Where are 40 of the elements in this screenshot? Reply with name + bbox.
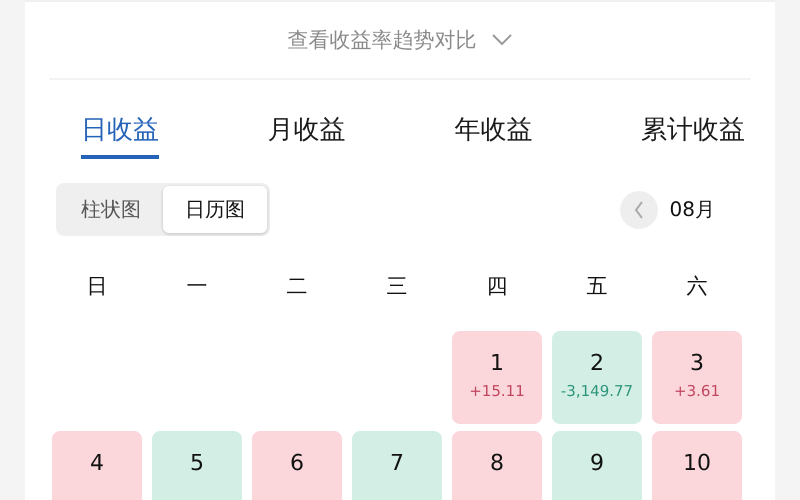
day-number: 9	[590, 451, 604, 476]
day-number: 7	[390, 451, 404, 476]
day-number: 10	[683, 451, 711, 476]
weekday-label: 日	[86, 274, 108, 300]
weekday-label: 二	[286, 274, 308, 300]
day-cell[interactable]: 4	[52, 431, 142, 500]
day-amount: +15.11	[469, 382, 525, 400]
tab[interactable]: 累计收益	[640, 112, 745, 159]
weekday-label: 一	[186, 274, 208, 300]
weekday-label: 六	[686, 274, 708, 300]
day-cell[interactable]: 10	[652, 431, 742, 500]
view-option[interactable]: 柱状图	[59, 186, 163, 233]
weekday-label: 四	[486, 274, 508, 300]
tab[interactable]: 月收益	[268, 112, 346, 159]
month-label: 08月	[670, 196, 715, 223]
view-option[interactable]: 日历图	[163, 186, 267, 233]
day-cell[interactable]: 2 -3,149.77	[552, 331, 642, 424]
day-amount: +3.61	[674, 382, 720, 400]
day-amount: -3,149.77	[560, 382, 634, 400]
tab[interactable]: 日收益	[81, 112, 159, 159]
day-number: 4	[90, 451, 104, 476]
weekday-label: 五	[586, 274, 608, 300]
day-cell[interactable]: 3 +3.61	[652, 331, 742, 424]
day-number: 6	[290, 451, 304, 476]
day-cell[interactable]: 1 +15.11	[452, 331, 542, 424]
day-cell[interactable]: 7	[352, 431, 442, 500]
day-cell[interactable]: 9	[552, 431, 642, 500]
day-cell[interactable]: 8	[452, 431, 542, 500]
day-number: 5	[190, 451, 204, 476]
chevron-icon	[490, 33, 512, 47]
day-cell[interactable]: 6	[252, 431, 342, 500]
chevron-left-icon	[634, 200, 644, 218]
previous-month-button[interactable]	[620, 190, 658, 228]
day-number: 2	[590, 351, 604, 376]
weekday-label: 三	[386, 274, 408, 300]
day-cell[interactable]: 5	[152, 431, 242, 500]
tab[interactable]: 年收益	[454, 112, 532, 159]
day-number: 8	[490, 451, 504, 476]
day-number: 1	[490, 351, 504, 376]
day-number: 3	[690, 351, 704, 376]
